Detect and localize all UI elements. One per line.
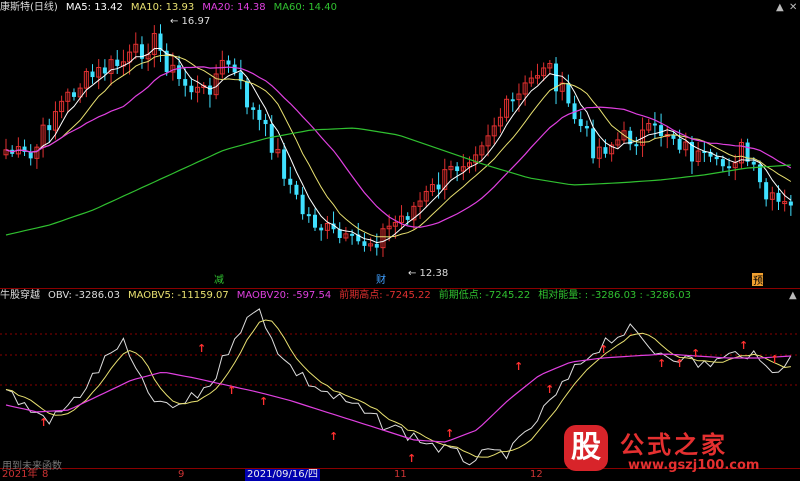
prev-low-value: 前期低点: -7245.22 — [438, 290, 531, 301]
signal-arrow-icon: ↑ — [739, 339, 748, 352]
signal-arrow-icon: ↑ — [770, 353, 779, 366]
ma10-line — [5, 54, 792, 238]
indicator-close-icon[interactable]: ▲ — [789, 291, 799, 301]
candle-body — [350, 233, 355, 236]
candle-body — [455, 166, 460, 172]
candle-body — [282, 149, 287, 179]
price-legend: 康斯特(日线) MA5: 13.42 MA10: 13.93 MA20: 14.… — [0, 1, 337, 15]
stock-seal-icon: 股 — [564, 425, 608, 471]
signal-arrow-icon: ↑ — [675, 357, 684, 370]
candle-body — [720, 159, 725, 167]
ma10-value: MA10: 13.93 — [130, 2, 195, 13]
candle-body — [257, 109, 262, 120]
rel-energy-value: 相对能量: : -3286.03 : -3286.03 — [538, 290, 691, 301]
candle-body — [207, 85, 212, 95]
signal-arrow-icon: ↑ — [329, 430, 338, 443]
ma5-value: MA5: 13.42 — [65, 2, 123, 13]
candle-body — [745, 142, 750, 162]
ma60-value: MA60: 14.40 — [273, 2, 337, 13]
prev-high-value: 前期高点: -7245.22 — [339, 290, 431, 301]
candle-body — [306, 214, 311, 217]
candle-body — [245, 81, 250, 108]
maobv20-value: MAOBV20: -597.54 — [236, 290, 332, 301]
brand-url: www.gszj100.com — [628, 458, 760, 473]
ma5-line — [5, 47, 792, 244]
candle-body — [269, 124, 274, 153]
brand-name: 公式之家 — [620, 431, 728, 459]
candle-body — [677, 138, 682, 150]
minimize-icon[interactable]: ▲ — [776, 3, 786, 13]
indicator-legend: 牛股穿越 OBV: -3286.03 MAOBV5: -11159.07 MAO… — [0, 289, 691, 303]
candle-body — [362, 241, 367, 246]
price-chart[interactable]: ← 16.97 ← 12.38 减 财 预 — [0, 0, 800, 290]
candle-body — [226, 60, 231, 65]
signal-arrow-icon: ↑ — [657, 357, 666, 370]
candle-body — [566, 83, 571, 104]
candle-body — [177, 65, 182, 80]
stock-title[interactable]: 康斯特(日线) — [0, 1, 58, 15]
site-watermark: 股 公式之家 www.gszj100.com — [556, 425, 800, 477]
signal-arrow-icon: ↑ — [39, 416, 48, 429]
candle-body — [319, 227, 324, 231]
candle-body — [405, 216, 410, 220]
candle-body — [374, 243, 379, 248]
candle-body — [584, 126, 589, 129]
candle-body — [436, 184, 441, 190]
candle-body — [751, 161, 756, 165]
candle-body — [603, 147, 608, 154]
signal-arrow-icon: ↑ — [599, 343, 608, 356]
signal-arrow-icon: ↑ — [545, 383, 554, 396]
candle-body — [47, 125, 52, 131]
ma20-value: MA20: 14.38 — [202, 2, 266, 13]
obv-value: OBV: -3286.03 — [48, 290, 120, 301]
candle-body — [510, 99, 515, 102]
candle-body — [102, 67, 107, 74]
signal-arrow-icon: ↑ — [407, 452, 416, 465]
candle-body — [788, 201, 793, 206]
candle-body — [578, 119, 583, 127]
maobv5-value: MAOBV5: -11159.07 — [127, 290, 229, 301]
axis-month-12: 12 — [530, 469, 543, 480]
candle-body — [659, 125, 664, 137]
marker-forecast: 预 — [753, 275, 763, 287]
candle-body — [652, 123, 657, 126]
candle-body — [232, 64, 237, 73]
signal-arrow-icon: ↑ — [197, 342, 206, 355]
candle-body — [28, 151, 33, 159]
signal-arrow-icon: ↑ — [227, 384, 236, 397]
low-price-label: ← 12.38 — [408, 268, 448, 279]
candle-body — [764, 182, 769, 200]
high-price-label: ← 16.97 — [170, 16, 210, 27]
marker-finance: 财 — [376, 273, 386, 286]
candle-body — [313, 214, 317, 228]
signal-arrow-icon: ↑ — [445, 427, 454, 440]
crosshair-date: 2021/09/16/四 — [245, 469, 321, 481]
ma20-line — [5, 66, 792, 228]
candle-body — [183, 79, 188, 86]
candle-body — [115, 59, 120, 66]
signal-arrow-icon: ↑ — [259, 395, 268, 408]
candle-body — [591, 128, 596, 159]
candle-body — [189, 85, 194, 93]
candle-body — [727, 166, 732, 169]
candle-body — [251, 107, 256, 110]
axis-month-11: 11 — [394, 469, 407, 480]
signal-arrow-icon: ↑ — [691, 347, 700, 360]
candle-body — [634, 144, 639, 147]
axis-month-9: 9 — [178, 469, 185, 480]
candle-body — [294, 184, 299, 195]
candle-body — [776, 192, 781, 202]
candle-body — [263, 119, 268, 125]
marker-reduce: 减 — [214, 274, 224, 286]
candle-body — [71, 92, 76, 97]
candle-body — [90, 71, 95, 78]
candle-body — [288, 178, 293, 185]
indicator-title[interactable]: 牛股穿越 — [0, 289, 40, 303]
signal-arrow-icon: ↑ — [514, 360, 523, 373]
future-function-note: 用到未来函数 — [2, 461, 62, 472]
close-icon[interactable]: ✕ — [789, 3, 799, 13]
candle-body — [300, 194, 305, 215]
candle-body — [714, 156, 719, 160]
